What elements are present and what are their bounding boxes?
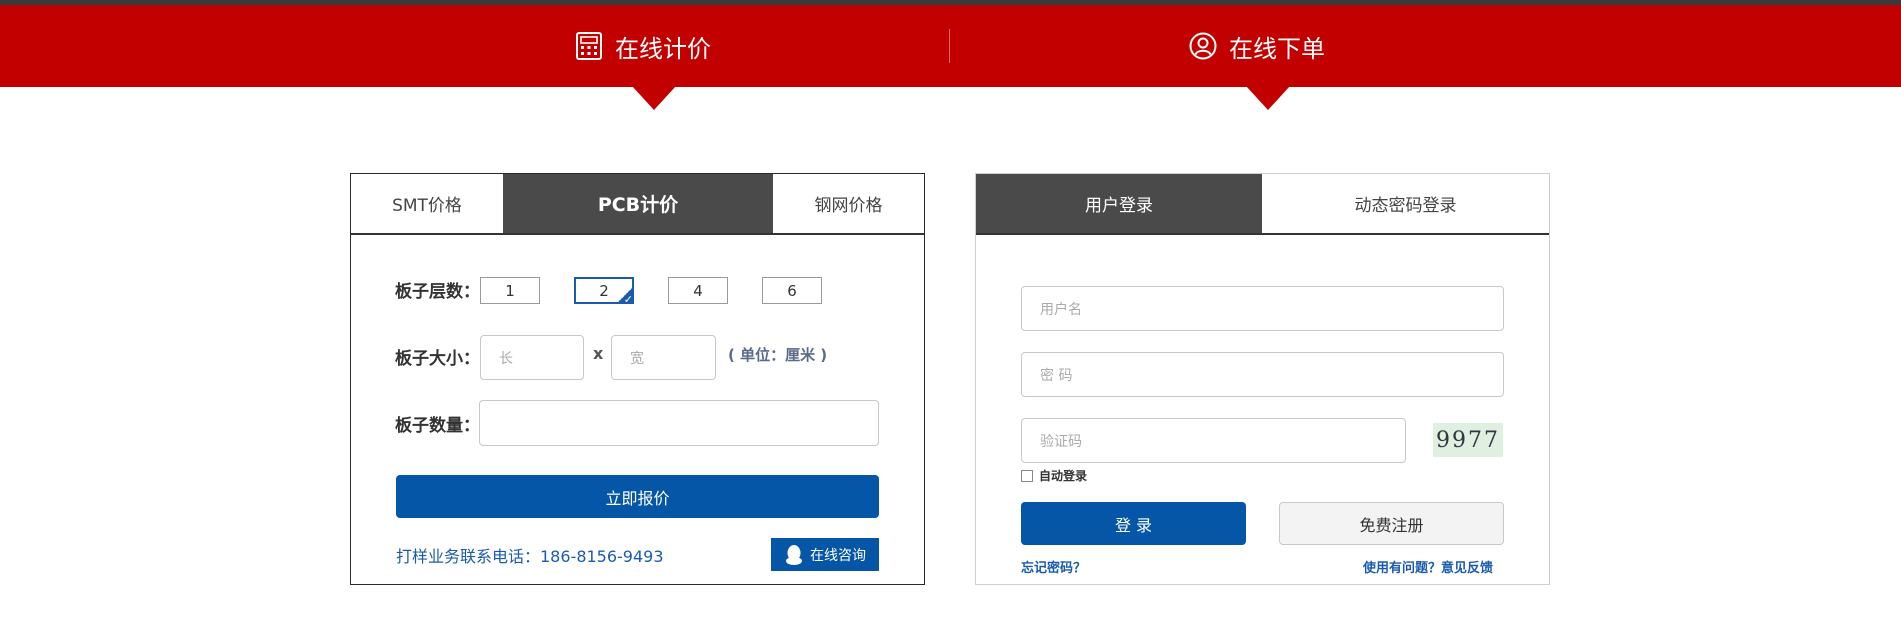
quote-button[interactable]: 立即报价 bbox=[396, 475, 879, 518]
captcha-input[interactable]: 验证码 bbox=[1021, 418, 1406, 463]
tab-pcb-price-label: PCB计价 bbox=[597, 194, 679, 216]
qq-icon bbox=[786, 544, 802, 565]
phone-contact: 打样业务联系电话：186-8156-9493 bbox=[396, 547, 664, 566]
login-tabs: 用户登录 动态密码登录 bbox=[976, 174, 1549, 235]
times-sign: x bbox=[593, 344, 604, 363]
user-circle-icon bbox=[1189, 32, 1217, 60]
tab-online-order[interactable]: 在线下单 bbox=[1189, 26, 1325, 66]
tab-stencil-price[interactable]: 钢网价格 bbox=[773, 174, 924, 233]
layer-option-label: 2 bbox=[599, 281, 609, 300]
tab-user-login[interactable]: 用户登录 bbox=[976, 174, 1262, 233]
header-separator bbox=[949, 29, 950, 63]
tab-online-pricing[interactable]: 在线计价 bbox=[575, 26, 711, 66]
feedback-link[interactable]: 使用有问题？意见反馈 bbox=[1363, 557, 1493, 576]
active-pointer-pricing bbox=[632, 86, 676, 110]
auto-login-option[interactable]: 自动登录 bbox=[1021, 467, 1087, 484]
header-bar bbox=[0, 5, 1901, 87]
check-icon: ✓ bbox=[616, 286, 634, 306]
quantity-label: 板子数量： bbox=[395, 416, 480, 436]
auto-login-label: 自动登录 bbox=[1039, 469, 1088, 483]
size-label: 板子大小： bbox=[395, 349, 480, 369]
layer-option-6[interactable]: 6 bbox=[762, 277, 822, 304]
tab-stencil-price-label: 钢网价格 bbox=[814, 196, 883, 216]
online-consult-button[interactable]: 在线咨询 bbox=[771, 538, 879, 571]
layer-option-label: 6 bbox=[787, 281, 797, 300]
length-input[interactable]: 长 bbox=[480, 335, 584, 380]
quantity-input[interactable] bbox=[479, 400, 879, 446]
layers-label: 板子层数： bbox=[395, 282, 480, 302]
calculator-icon bbox=[576, 32, 602, 60]
tab-dynamic-password-login-label: 动态密码登录 bbox=[1354, 196, 1457, 216]
password-input[interactable]: 密 码 bbox=[1021, 352, 1504, 397]
tab-user-login-label: 用户登录 bbox=[1085, 196, 1153, 216]
captcha-image[interactable]: 9977 bbox=[1433, 423, 1503, 457]
tab-smt-price[interactable]: SMT价格 bbox=[351, 174, 503, 233]
forgot-password-link[interactable]: 忘记密码？ bbox=[1021, 557, 1086, 576]
layer-option-label: 4 bbox=[693, 281, 703, 300]
login-button[interactable]: 登 录 bbox=[1021, 502, 1246, 545]
username-input[interactable]: 用户名 bbox=[1021, 286, 1504, 331]
tab-online-order-label: 在线下单 bbox=[1229, 34, 1325, 63]
layer-option-1[interactable]: 1 bbox=[480, 277, 540, 304]
unit-hint: ( 单位：厘米 ) bbox=[728, 346, 828, 364]
register-button[interactable]: 免费注册 bbox=[1279, 502, 1504, 545]
tab-pcb-price[interactable]: PCB计价 bbox=[503, 174, 773, 233]
pricing-tabs: SMT价格 PCB计价 钢网价格 bbox=[351, 174, 924, 235]
tab-dynamic-password-login[interactable]: 动态密码登录 bbox=[1262, 174, 1549, 233]
layer-option-label: 1 bbox=[505, 281, 515, 300]
auto-login-checkbox[interactable] bbox=[1021, 469, 1033, 482]
online-consult-label: 在线咨询 bbox=[810, 547, 866, 564]
tab-online-pricing-label: 在线计价 bbox=[615, 34, 711, 63]
layer-option-2[interactable]: 2 ✓ bbox=[574, 277, 634, 306]
active-pointer-order bbox=[1246, 86, 1290, 110]
layer-option-4[interactable]: 4 bbox=[668, 277, 728, 304]
tab-smt-price-label: SMT价格 bbox=[392, 196, 462, 216]
width-input[interactable]: 宽 bbox=[611, 335, 716, 380]
